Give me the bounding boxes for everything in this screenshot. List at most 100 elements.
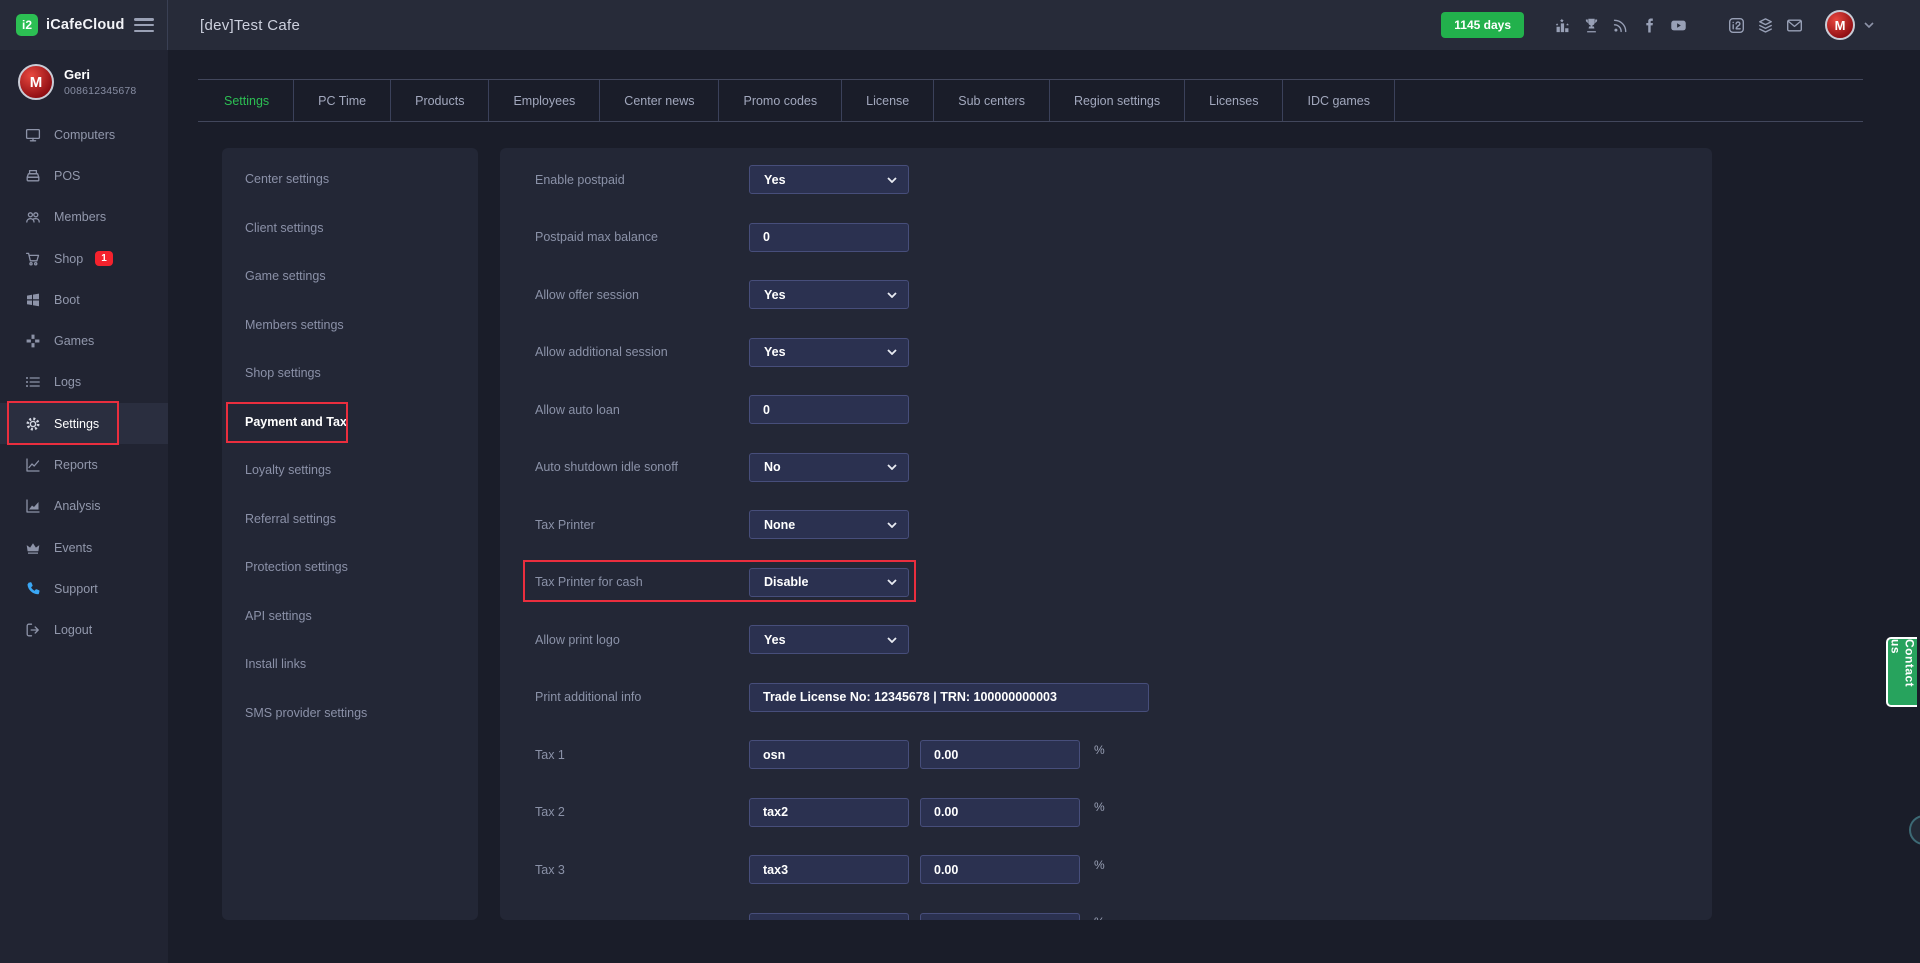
tab[interactable]: License (842, 80, 934, 121)
tax-rate-input[interactable] (920, 798, 1080, 827)
tab[interactable]: Region settings (1050, 80, 1185, 121)
contact-us-button[interactable]: Contact us (1886, 637, 1917, 707)
settings-menu-item-label: Protection settings (245, 560, 348, 574)
brand[interactable]: i2 iCafeCloud (16, 14, 125, 36)
tab[interactable]: Settings (200, 80, 294, 121)
user-block[interactable]: M Geri 008612345678 (0, 50, 168, 114)
settings-menu-item[interactable]: Center settings (222, 155, 478, 204)
collapse-panel-button[interactable] (1909, 815, 1920, 845)
sidebar-item[interactable]: Logs (0, 362, 168, 403)
settings-menu-item[interactable]: API settings (222, 592, 478, 641)
chevron-down-icon (887, 464, 897, 470)
settings-menu-item[interactable]: Payment and Tax (222, 398, 478, 447)
select-field[interactable]: Disable (749, 568, 909, 597)
sidebar-item[interactable]: Boot (0, 279, 168, 320)
pos-icon (24, 167, 41, 184)
tab-label: Employees (513, 94, 575, 108)
logs-icon (24, 374, 41, 391)
sidebar-item-label: Shop (54, 252, 83, 266)
select-field[interactable]: No (749, 453, 909, 482)
settings-menu-item[interactable]: Game settings (222, 252, 478, 301)
sidebar-item[interactable]: Support (0, 568, 168, 609)
select-value: Disable (764, 575, 808, 589)
text-input[interactable] (749, 223, 909, 252)
text-input[interactable] (749, 395, 909, 424)
select-value: None (764, 518, 795, 532)
settings-menu-item[interactable]: Referral settings (222, 495, 478, 544)
tab[interactable]: Products (391, 80, 489, 121)
chevron-down-icon (887, 522, 897, 528)
tab-label: Licenses (1209, 94, 1258, 108)
days-remaining-badge[interactable]: 1145 days (1441, 12, 1524, 38)
settings-menu-item[interactable]: Protection settings (222, 543, 478, 592)
sidebar-item[interactable]: Computers (0, 114, 168, 155)
select-field[interactable]: Yes (749, 165, 909, 194)
tab-label: Region settings (1074, 94, 1160, 108)
ranking-icon[interactable] (1548, 12, 1577, 38)
reports-icon (24, 457, 41, 474)
field-label: Allow additional session (500, 345, 749, 359)
select-field[interactable]: Yes (749, 280, 909, 309)
sidebar-item-label: Logs (54, 375, 81, 389)
tab[interactable]: Employees (489, 80, 600, 121)
settings-menu-item[interactable]: Loyalty settings (222, 446, 478, 495)
trophy-icon[interactable] (1577, 12, 1606, 38)
field-label: Tax 3 (500, 863, 749, 877)
chevron-down-icon[interactable] (1864, 22, 1874, 28)
facebook-icon[interactable] (1635, 12, 1664, 38)
sidebar-item[interactable]: Events (0, 527, 168, 568)
sidebar-item[interactable]: POS (0, 155, 168, 196)
settings-menu-item[interactable]: Client settings (222, 204, 478, 253)
settings-menu-item[interactable]: Shop settings (222, 349, 478, 398)
layers-icon[interactable] (1751, 12, 1780, 38)
page-title: [dev]Test Cafe (200, 17, 300, 34)
tax-rate-input[interactable] (920, 855, 1080, 884)
mail-icon[interactable] (1780, 12, 1809, 38)
globe-icon[interactable] (1693, 12, 1722, 38)
tab[interactable]: Center news (600, 80, 719, 121)
tax-rate-input[interactable] (920, 913, 1080, 920)
tab-label: License (866, 94, 909, 108)
select-value: Yes (764, 288, 786, 302)
computers-icon (24, 126, 41, 143)
sidebar-item-label: Settings (54, 417, 99, 431)
sidebar-item[interactable]: Reports (0, 444, 168, 485)
select-field[interactable]: Yes (749, 338, 909, 367)
settings-menu-item[interactable]: Install links (222, 640, 478, 689)
sidebar-item[interactable]: Settings (0, 403, 168, 444)
tab[interactable]: Sub centers (934, 80, 1050, 121)
select-field[interactable]: Yes (749, 625, 909, 654)
sidebar-item[interactable]: Members (0, 197, 168, 238)
tax-rate-input[interactable] (920, 740, 1080, 769)
form-row: Auto shutdown idle sonoff No (500, 439, 1712, 497)
tab[interactable]: IDC games (1283, 80, 1395, 121)
form-row: Tax Printer for cash Disable (500, 554, 1712, 612)
tab[interactable]: Promo codes (719, 80, 842, 121)
sidebar-item[interactable]: Shop 1 (0, 238, 168, 279)
tax-name-input[interactable] (749, 855, 909, 884)
text-input[interactable] (749, 683, 1149, 712)
tab[interactable]: PC Time (294, 80, 391, 121)
hamburger-menu-icon[interactable] (134, 18, 154, 32)
select-field[interactable]: None (749, 510, 909, 539)
settings-menu-item[interactable]: Members settings (222, 301, 478, 350)
settings-menu-item-label: Referral settings (245, 512, 336, 526)
settings-menu-item[interactable]: SMS provider settings (222, 689, 478, 738)
tax-name-input[interactable] (749, 798, 909, 827)
tax-input-pair: % (749, 855, 1105, 884)
sidebar-item[interactable]: Analysis (0, 486, 168, 527)
tab[interactable]: Licenses (1185, 80, 1283, 121)
avatar[interactable]: M (1825, 10, 1855, 40)
user-name: Geri (64, 67, 136, 82)
tax-name-input[interactable] (749, 913, 909, 920)
rss-icon[interactable] (1606, 12, 1635, 38)
tax-name-input[interactable] (749, 740, 909, 769)
user-phone: 008612345678 (64, 85, 136, 97)
field-label: Enable postpaid (500, 173, 749, 187)
youtube-icon[interactable] (1664, 12, 1693, 38)
icafecloud-icon[interactable] (1722, 12, 1751, 38)
tab-label: PC Time (318, 94, 366, 108)
sidebar-item[interactable]: Logout (0, 610, 168, 651)
chevron-down-icon (887, 579, 897, 585)
sidebar-item[interactable]: Games (0, 320, 168, 361)
